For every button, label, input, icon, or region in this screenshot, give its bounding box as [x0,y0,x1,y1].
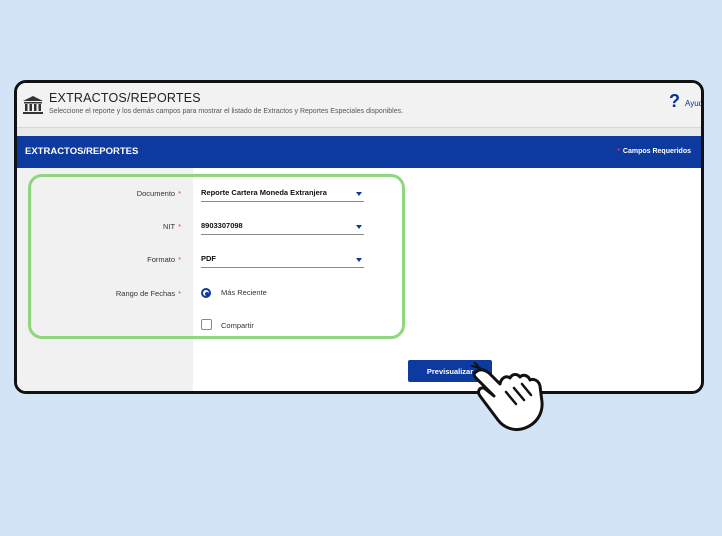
documento-select[interactable]: Reporte Cartera Moneda Extranjera [201,187,364,202]
required-star: * [178,189,181,198]
hand-pointer-icon [471,362,544,432]
chevron-down-icon [356,258,362,262]
required-star: * [178,222,181,231]
label-column [17,168,193,391]
formato-label: Formato * [17,255,181,264]
mas-reciente-label: Más Reciente [221,288,267,297]
bank-icon [23,96,43,114]
nit-value: 8903307098 [201,221,243,230]
required-legend-label: Campos Requeridos [622,148,691,155]
rango-label: Rango de Fechas * [17,289,181,298]
documento-label: Documento * [17,189,181,198]
documento-value: Reporte Cartera Moneda Extranjera [201,188,327,197]
rango-label-text: Rango de Fechas [115,289,176,298]
documento-label-text: Documento [136,189,176,198]
page-subtitle: Seleccione el reporte y los demás campos… [49,108,404,115]
section-title: EXTRACTOS/REPORTES [25,146,139,157]
header-divider [17,128,701,136]
required-star: * [617,148,620,155]
required-star: * [178,255,181,264]
mas-reciente-radio[interactable] [201,288,211,298]
page-header: EXTRACTOS/REPORTES Seleccione el reporte… [17,83,701,128]
help-link[interactable]: Ayud [685,99,701,108]
page-title: EXTRACTOS/REPORTES [49,91,201,105]
compartir-checkbox[interactable] [201,319,212,330]
chevron-down-icon [356,225,362,229]
formato-label-text: Formato [147,255,176,264]
required-legend: * Campos Requeridos [617,148,691,155]
formato-value: PDF [201,254,216,263]
nit-label-text: NIT [162,222,176,231]
app-window: EXTRACTOS/REPORTES Seleccione el reporte… [14,80,704,394]
nit-label: NIT * [17,222,181,231]
compartir-label: Compartir [221,321,254,330]
formato-select[interactable]: PDF [201,253,364,268]
required-star: * [178,289,181,298]
chevron-down-icon [356,192,362,196]
section-bar: EXTRACTOS/REPORTES * Campos Requeridos [17,136,701,168]
help-icon[interactable]: ? [669,91,680,112]
nit-select[interactable]: 8903307098 [201,220,364,235]
